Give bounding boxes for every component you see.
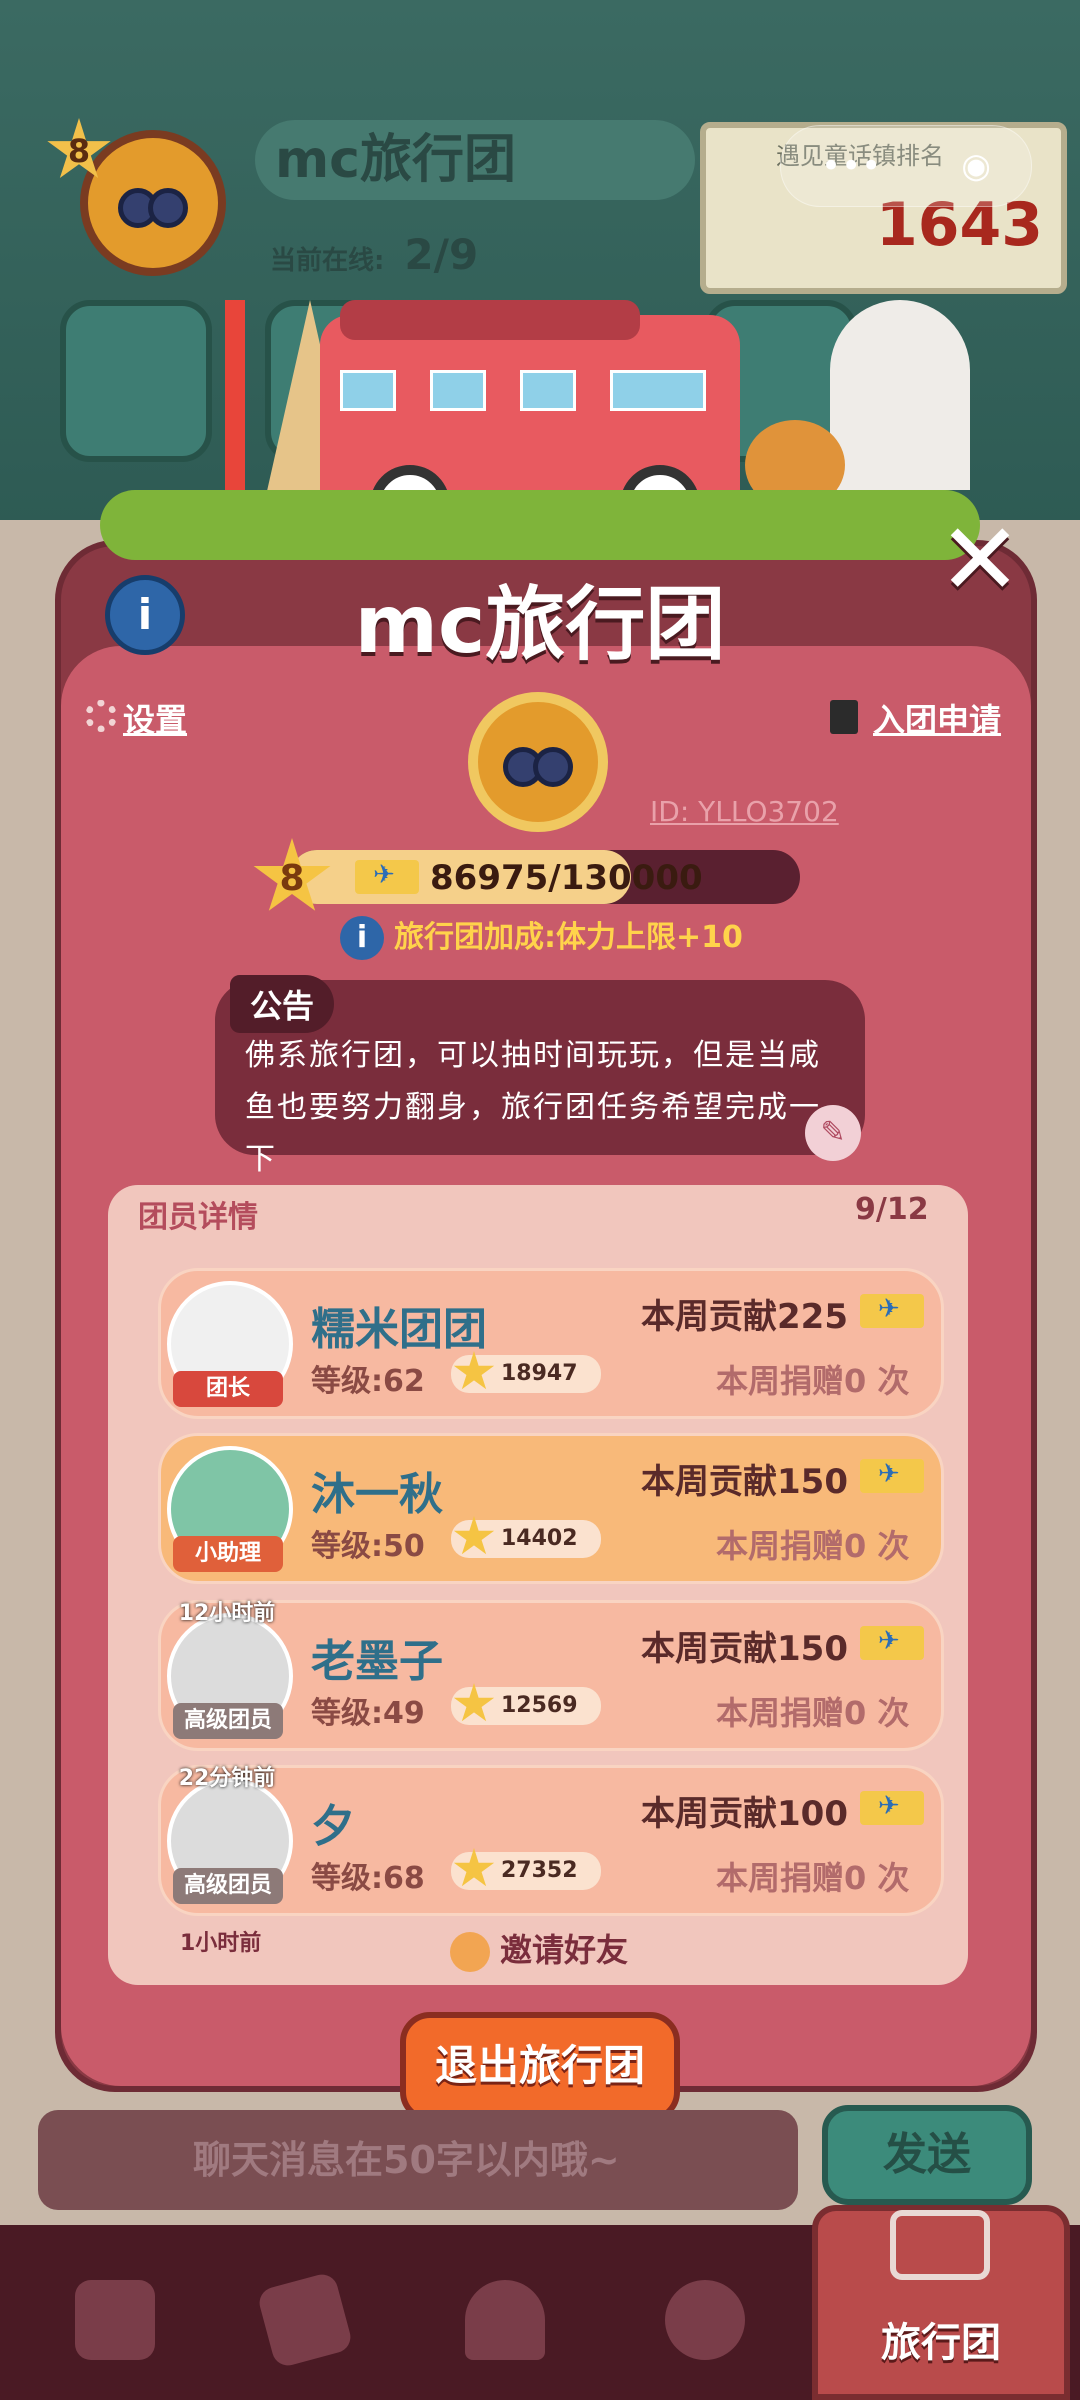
- ticket-icon: [355, 860, 419, 894]
- bus-window: [430, 370, 486, 411]
- more-icon[interactable]: •••: [821, 146, 881, 186]
- member-level: 等级:49: [311, 1696, 425, 1731]
- chat-input[interactable]: 聊天消息在50字以内哦~: [38, 2110, 798, 2210]
- member-stars: 27352: [451, 1852, 601, 1890]
- tower-illustration: [225, 300, 245, 500]
- gear-icon[interactable]: [85, 700, 117, 732]
- exp-bar: 86975/130000: [290, 850, 800, 904]
- contribution-text: 本周贡献225: [641, 1297, 848, 1337]
- grass-illustration: [100, 490, 980, 560]
- ticket-icon: [859, 1791, 924, 1825]
- members-header: 团员详情: [138, 1200, 258, 1235]
- exit-guild-button[interactable]: 退出旅行团: [400, 2012, 680, 2122]
- member-row[interactable]: 22分钟前 高级团员 夕 等级:68 27352 本周贡献100 本周捐赠0 次: [158, 1765, 944, 1916]
- nav-bag[interactable]: [60, 2265, 170, 2375]
- bonus-text: 旅行团加成:体力上限+10: [394, 920, 743, 955]
- guild-emblem[interactable]: [468, 692, 608, 832]
- role-badge: 高级团员: [173, 1703, 283, 1739]
- member-stars: 18947: [451, 1355, 601, 1393]
- notice-text: 佛系旅行团，可以抽时间玩玩，但是当咸鱼也要努力翻身，旅行团任务希望完成一下: [245, 1038, 821, 1177]
- guild-avatar[interactable]: [80, 130, 226, 276]
- document-icon[interactable]: [830, 700, 858, 734]
- notice-tag: 公告: [230, 975, 335, 1033]
- member-donation: 本周捐赠0 次: [716, 1527, 910, 1565]
- close-capsule-icon[interactable]: ◉: [961, 146, 991, 186]
- bag-icon: [75, 2280, 155, 2360]
- member-row[interactable]: 12小时前 高级团员 老墨子 等级:49 12569 本周贡献150 本周捐赠0…: [158, 1600, 944, 1751]
- online-status: 当前在线: 2/9: [270, 230, 478, 279]
- ticket-icon: [859, 1626, 924, 1660]
- ticket-icon: [859, 1294, 924, 1328]
- close-button[interactable]: ✕: [935, 510, 1025, 610]
- member-level: 等级:68: [311, 1861, 425, 1896]
- member-donation: 本周捐赠0 次: [716, 1859, 910, 1897]
- contribution-text: 本周贡献100: [641, 1794, 848, 1834]
- member-stars: 12569: [451, 1687, 601, 1725]
- nav-cards[interactable]: [250, 2265, 360, 2375]
- member-contribution: 本周贡献150: [641, 1454, 924, 1503]
- nav-profile[interactable]: [650, 2265, 760, 2375]
- member-donation: 本周捐赠0 次: [716, 1362, 910, 1400]
- member-name: 老墨子: [311, 1636, 443, 1687]
- partial-last-online: 1小时前: [180, 1931, 262, 1956]
- info-icon[interactable]: i: [340, 916, 384, 960]
- member-row[interactable]: 团长 糯米团团 等级:62 18947 本周贡献225 本周捐赠0 次: [158, 1268, 944, 1419]
- member-row[interactable]: 小助理 沐一秋 等级:50 14402 本周贡献150 本周捐赠0 次: [158, 1433, 944, 1584]
- palace-illustration: [830, 300, 970, 490]
- apply-link[interactable]: 入团申请: [873, 695, 1001, 741]
- info-button[interactable]: i: [105, 575, 185, 655]
- contribution-text: 本周贡献150: [641, 1629, 848, 1669]
- role-badge: 小助理: [173, 1536, 283, 1572]
- member-level: 等级:50: [311, 1529, 425, 1564]
- member-contribution: 本周贡献100: [641, 1786, 924, 1835]
- role-badge: 高级团员: [173, 1868, 283, 1904]
- invite-friends-button[interactable]: 邀请好友: [450, 1925, 628, 1972]
- edit-notice-button[interactable]: ✎: [805, 1105, 861, 1161]
- online-label: 当前在线:: [270, 246, 385, 276]
- profile-icon: [665, 2280, 745, 2360]
- side-button-bus[interactable]: [60, 300, 212, 462]
- bus-roof: [340, 300, 640, 340]
- send-button[interactable]: 发送: [822, 2105, 1032, 2205]
- guild-bonus[interactable]: i 旅行团加成:体力上限+10: [340, 912, 743, 960]
- member-contribution: 本周贡献150: [641, 1621, 924, 1670]
- online-value: 2/9: [404, 230, 479, 279]
- ticket-icon: [859, 1459, 924, 1493]
- bus-window: [520, 370, 576, 411]
- cards-icon: [256, 2271, 354, 2369]
- member-contribution: 本周贡献225: [641, 1289, 924, 1338]
- member-name: 夕: [311, 1801, 355, 1852]
- member-name: 沐一秋: [311, 1469, 443, 1520]
- member-stars: 14402: [451, 1520, 601, 1558]
- last-online: 22分钟前: [178, 1766, 276, 1791]
- binoculars-icon: [503, 737, 573, 787]
- contribution-text: 本周贡献150: [641, 1462, 848, 1502]
- bus-icon: [890, 2210, 990, 2280]
- member-level: 等级:62: [311, 1364, 425, 1399]
- bus-window: [340, 370, 396, 411]
- binoculars-icon: [118, 178, 188, 228]
- add-friend-icon: [450, 1932, 490, 1972]
- member-donation: 本周捐赠0 次: [716, 1694, 910, 1732]
- bell-icon: [465, 2280, 545, 2360]
- nav-service[interactable]: [450, 2265, 560, 2375]
- guild-id[interactable]: ID: YLLO3702: [650, 795, 839, 828]
- bus-window: [610, 370, 706, 411]
- last-online: 12小时前: [178, 1601, 276, 1626]
- member-name: 糯米团团: [311, 1304, 487, 1355]
- settings-link[interactable]: 设置: [123, 695, 187, 741]
- exp-text: 86975/130000: [430, 858, 703, 898]
- members-count: 9/12: [855, 1192, 929, 1227]
- nav-guild-label: 旅行团: [881, 2320, 1001, 2366]
- guild-name-header: mc旅行团: [255, 120, 695, 200]
- mini-program-capsule[interactable]: ••• ◉: [780, 125, 1032, 207]
- bus-illustration: [320, 300, 740, 545]
- role-badge: 团长: [173, 1371, 283, 1407]
- invite-label: 邀请好友: [500, 1931, 629, 1969]
